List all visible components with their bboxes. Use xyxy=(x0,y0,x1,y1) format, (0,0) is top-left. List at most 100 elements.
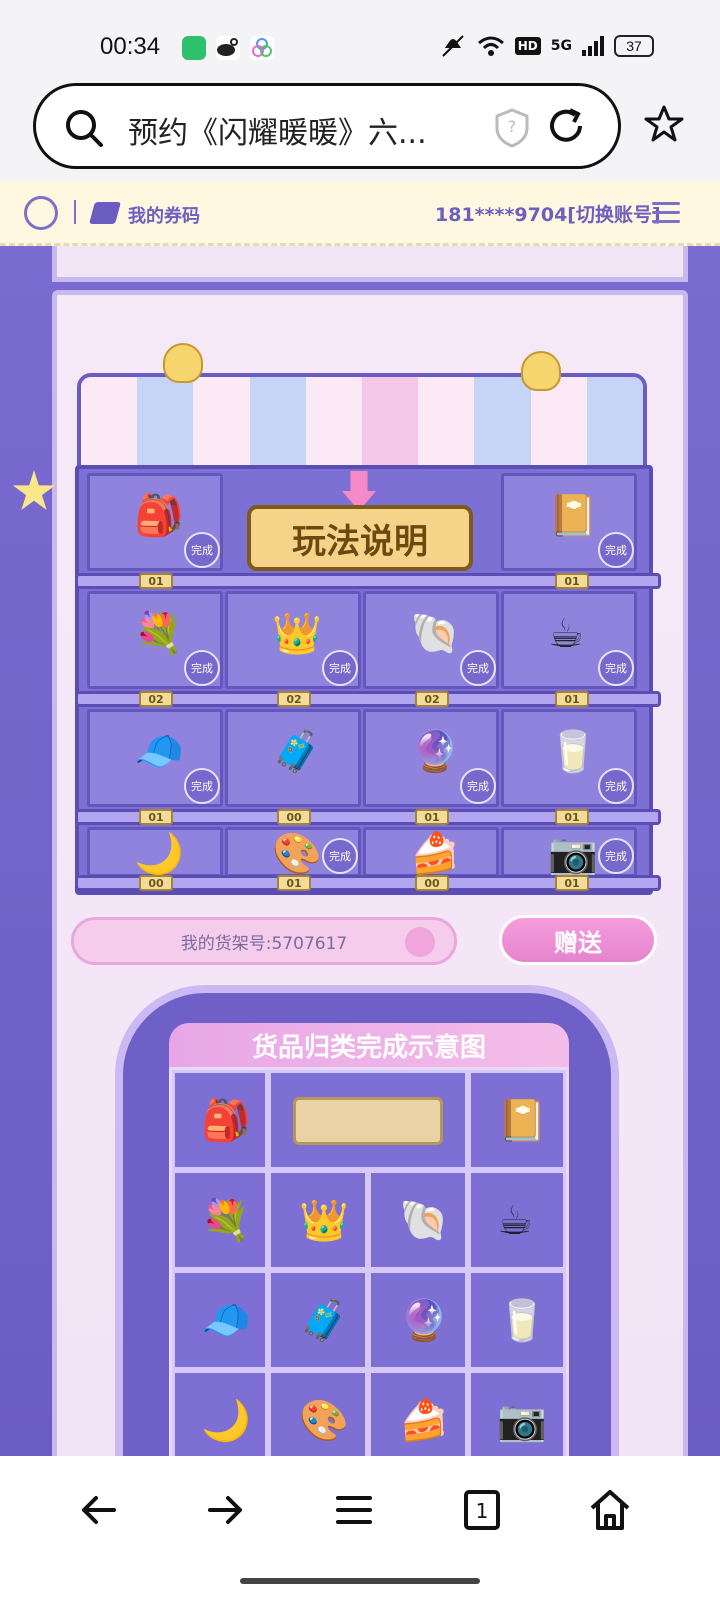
shelf-cell-crystal-ball[interactable]: 🔮 完成 xyxy=(363,709,499,807)
shelf-cell-milk[interactable]: 🥛 完成 xyxy=(501,709,637,807)
summary-cell-guide xyxy=(268,1070,468,1170)
cake-slice-icon: 🍰 xyxy=(410,831,460,877)
summary-cell-beret: 🧢 xyxy=(172,1270,268,1370)
copy-icon[interactable] xyxy=(405,927,435,957)
shell-box-icon: 🐚 xyxy=(399,1198,449,1244)
photo-album-icon: 📔 xyxy=(548,493,598,539)
shelf-cell-suitcase[interactable]: 🧳 xyxy=(225,709,361,807)
gift-button[interactable]: 赠送 xyxy=(499,915,657,965)
guide-plaque-icon xyxy=(293,1097,443,1145)
divider xyxy=(74,200,76,224)
item-count: 02 xyxy=(277,691,311,707)
app-icon xyxy=(250,36,274,60)
item-count: 00 xyxy=(277,809,311,825)
milk-carton-icon: 🥛 xyxy=(497,1298,547,1344)
item-count: 01 xyxy=(555,875,589,891)
backpack-icon: 🎒 xyxy=(134,493,184,539)
wechat-icon xyxy=(182,36,206,60)
menu-icon[interactable] xyxy=(330,1486,378,1534)
item-count: 00 xyxy=(139,875,173,891)
done-badge: 完成 xyxy=(598,768,634,804)
web-content: 我的券码 181****9704[切换账号] 🎒 完成 📔 完成 01 01 💐… xyxy=(0,182,720,1457)
shop-awning xyxy=(77,373,647,473)
summary-cell-flowers: 💐 xyxy=(172,1170,268,1270)
suitcase-icon: 🧳 xyxy=(299,1298,349,1344)
summary-cell-suitcase: 🧳 xyxy=(268,1270,368,1370)
summary-cell-moon: 🌙 xyxy=(172,1370,268,1457)
item-count: 01 xyxy=(415,809,449,825)
shelf-cell-palette[interactable]: 🎨 完成 xyxy=(225,827,361,877)
shelf-cell-camera[interactable]: 📷 完成 xyxy=(501,827,637,877)
moon-pillow-icon: 🌙 xyxy=(201,1398,251,1444)
perfume-bottle-icon: 👑 xyxy=(299,1198,349,1244)
bunny-mug-icon: ☕ xyxy=(548,611,584,657)
done-badge: 完成 xyxy=(322,838,358,874)
summary-cell-backpack: 🎒 xyxy=(172,1070,268,1170)
shelf-cell-perfume[interactable]: 👑 完成 xyxy=(225,591,361,689)
summary-cell-mug: ☕ xyxy=(468,1170,566,1270)
item-count: 01 xyxy=(555,573,589,589)
item-count: 02 xyxy=(415,691,449,707)
item-count: 02 xyxy=(139,691,173,707)
summary-cell-album: 📔 xyxy=(468,1070,566,1170)
url-text[interactable]: 预约《闪耀暖暖》六... xyxy=(128,108,427,152)
shelf-number-field: 我的货架号:5707617 xyxy=(71,917,457,965)
shelf-cell-flower-basket[interactable]: 💐 完成 xyxy=(87,591,223,689)
cat-ornament-right xyxy=(521,351,561,391)
shelf-cell-photo-album[interactable]: 📔 完成 xyxy=(501,473,637,571)
home-icon[interactable] xyxy=(586,1486,634,1534)
category-summary-panel: 货品归类完成示意图 🎒 📔 💐 👑 🐚 ☕ 🧢 🧳 🔮 🥛 🌙 🎨 🍰 📷 xyxy=(115,985,619,1457)
summary-cell-shell: 🐚 xyxy=(368,1170,468,1270)
crystal-ball-icon: 🔮 xyxy=(399,1298,449,1344)
forward-arrow-icon[interactable] xyxy=(202,1486,250,1534)
camera-icon: 📷 xyxy=(497,1398,547,1444)
status-time: 00:34 xyxy=(100,33,161,60)
flower-basket-icon: 💐 xyxy=(134,611,184,657)
bookmark-star-icon[interactable] xyxy=(644,104,684,144)
item-count: 01 xyxy=(555,691,589,707)
search-icon xyxy=(66,110,103,147)
crystal-ball-icon: 🔮 xyxy=(410,729,460,775)
security-shield-icon[interactable]: ? xyxy=(494,108,530,148)
done-badge: 完成 xyxy=(322,650,358,686)
cat-beret-icon: 🧢 xyxy=(201,1298,251,1344)
shelf-cell-moon[interactable]: 🌙 xyxy=(87,827,223,877)
panel-top-strip xyxy=(52,246,688,282)
gameplay-guide-button[interactable]: 玩法说明 xyxy=(247,505,473,571)
mute-icon xyxy=(442,35,464,57)
backpack-icon: 🎒 xyxy=(201,1098,251,1144)
summary-cell-cake: 🍰 xyxy=(368,1370,468,1457)
back-arrow-icon[interactable] xyxy=(74,1486,122,1534)
ticket-icon xyxy=(89,202,121,224)
shelf-cell-cake[interactable]: 🍰 xyxy=(363,827,499,877)
summary-cell-milk: 🥛 xyxy=(468,1270,566,1370)
tabs-count-icon[interactable]: 1 xyxy=(458,1486,506,1534)
summary-title: 货品归类完成示意图 xyxy=(169,1023,569,1067)
cake-slice-icon: 🍰 xyxy=(399,1398,449,1444)
music-toggle-icon[interactable] xyxy=(24,196,58,230)
cat-ornament-left xyxy=(163,343,203,383)
account-switch-link[interactable]: 181****9704[切换账号] xyxy=(435,200,661,227)
shelf-cell-bunny-mug[interactable]: ☕ 完成 xyxy=(501,591,637,689)
svg-text:?: ? xyxy=(508,117,517,136)
item-count: 00 xyxy=(415,875,449,891)
wifi-icon xyxy=(477,36,504,56)
hd-badge: HD xyxy=(514,37,541,55)
reload-icon[interactable] xyxy=(544,104,588,148)
done-badge: 完成 xyxy=(460,768,496,804)
page-top-bar: 我的券码 181****9704[切换账号] xyxy=(0,182,720,246)
bunny-mug-icon: ☕ xyxy=(497,1198,533,1244)
menu-icon[interactable] xyxy=(652,202,680,226)
svg-text:1: 1 xyxy=(476,1499,489,1523)
gesture-bar xyxy=(240,1578,480,1584)
summary-cell-palette: 🎨 xyxy=(268,1370,368,1457)
my-code-link[interactable]: 我的券码 xyxy=(128,202,200,228)
done-badge: 完成 xyxy=(184,650,220,686)
address-bar[interactable]: 预约《闪耀暖暖》六... ? xyxy=(33,83,621,169)
shelf-cell-cat-beret[interactable]: 🧢 完成 xyxy=(87,709,223,807)
shelf-cell-shell[interactable]: 🐚 完成 xyxy=(363,591,499,689)
eyeshadow-palette-icon: 🎨 xyxy=(299,1398,349,1444)
shelf-cell-backpack[interactable]: 🎒 完成 xyxy=(87,473,223,571)
cat-beret-icon: 🧢 xyxy=(134,729,184,775)
flower-basket-icon: 💐 xyxy=(201,1198,251,1244)
